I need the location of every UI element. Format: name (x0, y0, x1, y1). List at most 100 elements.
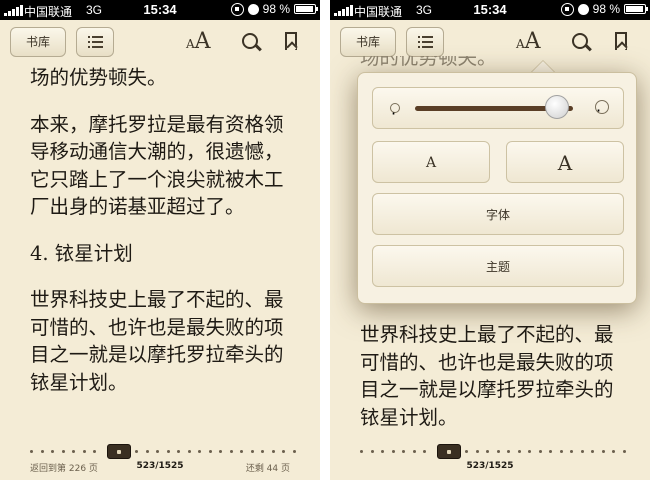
page-footer: 返回到第 226 页 523/1525 还剩 44 页 (0, 461, 320, 475)
font-size-large-glyph: A (524, 29, 541, 54)
scrubber-dot (250, 450, 254, 453)
scrubber-dot (423, 450, 426, 453)
scrubber-dot (145, 450, 149, 453)
scrubber-dot (360, 450, 363, 453)
scrubber-dot (622, 450, 626, 453)
display-settings-popover: A A 字体 主题 (357, 72, 637, 304)
bookmark-icon[interactable] (615, 32, 627, 50)
page-footer: 523/1525 (330, 461, 650, 475)
page-scrubber[interactable] (30, 444, 300, 459)
scrubber-dot (198, 450, 201, 453)
popover-arrow (531, 60, 555, 72)
table-of-contents-button[interactable] (76, 27, 114, 57)
battery-icon (294, 4, 318, 14)
paragraph: 世界科技史上最了不起的、最可惜的、也许也是最失败的项目之一就是以摩托罗拉牵头的铱… (360, 323, 614, 429)
brightness-low-icon (390, 103, 400, 113)
scrubber-thumb[interactable] (437, 444, 461, 459)
themes-button[interactable]: 主题 (372, 245, 624, 287)
scrubber-dot (187, 450, 191, 453)
scrubber-dot (93, 450, 96, 453)
scrubber-dot (72, 450, 75, 453)
scrubber-dot (40, 450, 44, 453)
scrubber-dot (61, 450, 65, 453)
rotation-lock-icon (230, 2, 244, 16)
scrubber-dot (208, 450, 212, 453)
reader-screen-left: 中国联通 3G 15:34 98 % 书库 AA 场的优势顿失。 本来，摩托罗拉… (0, 0, 320, 480)
scrubber-dot (559, 450, 563, 453)
alarm-icon (577, 3, 589, 15)
status-bar: 中国联通 3G 15:34 98 % (330, 0, 650, 20)
scrubber-thumb[interactable] (107, 444, 131, 459)
status-bar: 中国联通 3G 15:34 98 % (0, 0, 320, 20)
scrubber-dot (475, 450, 479, 453)
brightness-slider-knob[interactable] (545, 95, 570, 119)
brightness-control (372, 87, 624, 129)
search-icon[interactable] (572, 33, 592, 53)
table-of-contents-button[interactable] (406, 27, 444, 57)
battery-icon (624, 4, 648, 14)
list-icon (88, 36, 103, 48)
scrubber-dot (549, 450, 552, 453)
scrubber-dot (402, 450, 405, 453)
battery-percent: 98 % (592, 2, 620, 16)
font-settings-button[interactable]: AA (186, 29, 211, 54)
scrubber-dot (412, 450, 416, 453)
library-button[interactable]: 书库 (340, 27, 396, 57)
reader-screen-right: 中国联通 3G 15:34 98 % 书库 AA 场的优势顿失。 世界科技史上最… (330, 0, 650, 480)
scrubber-dot (166, 450, 170, 453)
partially-hidden-line: 场的优势顿失。 (360, 56, 630, 72)
scrubber-dot (229, 450, 233, 453)
alarm-icon (247, 3, 259, 15)
scrubber-dot (465, 450, 468, 453)
scrubber-dot (538, 450, 542, 453)
brightness-high-icon (595, 100, 609, 114)
fonts-button[interactable]: 字体 (372, 193, 624, 235)
search-icon[interactable] (242, 33, 262, 53)
rotation-lock-icon (560, 2, 574, 16)
scrubber-dot (135, 450, 138, 453)
library-button[interactable]: 书库 (10, 27, 66, 57)
scrubber-dot (381, 450, 384, 453)
scrubber-dot (391, 450, 395, 453)
scrubber-dot (261, 450, 264, 453)
paragraph: 本来，摩托罗拉是最有资格领导移动通信大潮的，很遗憾，它只踏上了一个浪尖就被木工厂… (30, 112, 284, 219)
scrubber-dot (292, 450, 296, 453)
battery-percent: 98 % (262, 2, 290, 16)
reader-toolbar: 书库 AA (0, 20, 320, 64)
scrubber-dot (82, 450, 86, 453)
scrubber-dot (507, 450, 510, 453)
decrease-font-button[interactable]: A (372, 141, 490, 183)
scrubber-dot (591, 450, 594, 453)
scrubber-dot (219, 450, 222, 453)
scrubber-dot (177, 450, 180, 453)
increase-font-button[interactable]: A (506, 141, 624, 183)
font-size-large-glyph: A (194, 29, 211, 54)
bookmark-icon[interactable] (285, 32, 297, 50)
scrubber-dot (156, 450, 159, 453)
list-icon (418, 36, 433, 48)
scrubber-dot (601, 450, 605, 453)
page-indicator: 523/1525 (466, 461, 514, 471)
scrubber-dot (517, 450, 521, 453)
section-heading: 4. 铱星计划 (30, 241, 133, 265)
scrubber-dot (282, 450, 285, 453)
scrubber-dot (271, 450, 275, 453)
scrubber-dot (580, 450, 584, 453)
font-settings-button[interactable]: AA (516, 29, 541, 54)
page-scrubber[interactable] (360, 444, 630, 459)
page-text: 世界科技史上最了不起的、最可惜的、也许也是最失败的项目之一就是以摩托罗拉牵头的铱… (360, 321, 630, 450)
pages-remaining: 还剩 44 页 (245, 464, 290, 474)
scrubber-dot (51, 450, 54, 453)
font-size-small-glyph: A (186, 37, 195, 51)
partial-line-text: 场的优势顿失。 (360, 56, 497, 69)
scrubber-dot (30, 450, 33, 453)
paragraph: 场的优势顿失。 (30, 66, 167, 89)
font-size-small-glyph: A (516, 37, 525, 51)
scrubber-dot (496, 450, 500, 453)
scrubber-dot (370, 450, 374, 453)
scrubber-dot (570, 450, 573, 453)
scrubber-dot (612, 450, 615, 453)
scrubber-dot (486, 450, 489, 453)
page-text: 场的优势顿失。 本来，摩托罗拉是最有资格领导移动通信大潮的，很遗憾，它只踏上了一… (30, 64, 300, 415)
paragraph: 世界科技史上最了不起的、最可惜的、也许也是最失败的项目之一就是以摩托罗拉牵头的铱… (30, 288, 284, 394)
